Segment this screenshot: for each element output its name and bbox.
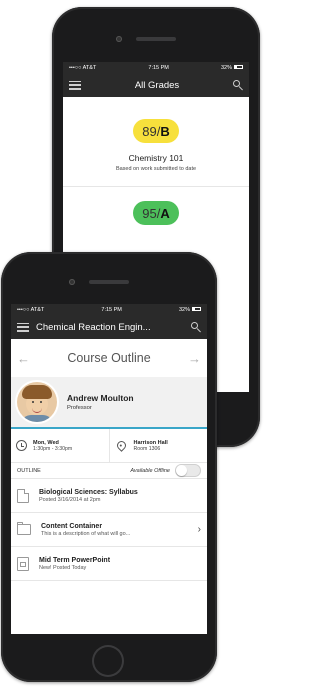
battery-icon [191,307,201,312]
professor-role: Professor [67,405,92,411]
course-subtitle: Based on work submitted to date [115,166,197,172]
search-icon[interactable] [233,80,243,90]
carrier: •••○○ AT&T [69,64,97,71]
status-bar: •••○○ AT&T 7:15 PM 32% [63,62,249,73]
menu-icon[interactable] [17,322,29,332]
battery: 32% [221,65,243,71]
schedule: Mon, Wed 1:30pm - 3:30pm [11,429,109,462]
page-title: Chemical Reaction Engin... [36,321,151,333]
grade-card[interactable]: 89/B Chemistry 101 Based on work submitt… [63,97,249,172]
page-title: All Grades [134,79,180,91]
ppt-icon [17,556,29,571]
chevron-right-icon: › [197,524,201,535]
list-item[interactable]: Content Container This is a description … [11,513,207,547]
status-bar: •••○○ AT&T 7:15 PM 32% [11,304,207,315]
offline-label: Available Offline [130,467,170,474]
home-button[interactable] [92,645,124,677]
item-title: Content Container [41,522,103,530]
grade-badge: 89/B [133,119,179,143]
clock: 7:15 PM [148,64,169,71]
front-phone: •••○○ AT&T 7:15 PM 32% Chemical Reaction… [1,252,217,682]
list-item[interactable]: Biological Sciences: Syllabus Posted 3/1… [11,479,207,513]
battery: 32% [179,307,201,313]
grade-card[interactable]: 95/A [63,187,249,225]
outline-bar: OUTLINE Available Offline [11,463,207,479]
clock: 7:15 PM [101,306,122,313]
item-subtitle: Posted 3/16/2014 at 2pm [39,496,101,503]
building: Harrison Hall [133,439,168,446]
item-title: Mid Term PowerPoint [39,556,111,564]
battery-icon [233,65,243,70]
back-arrow-icon[interactable]: ← [17,351,30,366]
carrier: •••○○ AT&T [17,306,45,313]
offline-toggle[interactable] [175,464,201,477]
outline-label: OUTLINE [17,467,41,474]
avatar [17,382,57,422]
location-pin-icon [114,439,128,452]
course-header: ← Course Outline → [11,339,207,377]
course-name: Chemistry 101 [128,153,184,163]
grade-badge: 95/A [133,201,179,225]
front-camera [116,36,122,42]
folder-icon [17,522,31,535]
nav-bar: All Grades [63,73,249,97]
schedule-time: 1:30pm - 3:30pm [33,445,73,452]
front-camera [69,279,75,285]
list-item[interactable]: Mid Term PowerPoint New! Posted Today [11,547,207,581]
location[interactable]: Harrison Hall Room 1306 [108,429,208,462]
item-subtitle: New! Posted Today [39,564,87,571]
search-icon[interactable] [191,322,201,332]
professor-card[interactable]: Andrew Moulton Professor [11,377,207,429]
section-title: Course Outline [67,351,151,365]
course-screen: •••○○ AT&T 7:15 PM 32% Chemical Reaction… [11,304,207,634]
item-title: Biological Sciences: Syllabus [39,488,138,496]
room: Room 1306 [133,445,161,452]
course-info: Mon, Wed 1:30pm - 3:30pm Harrison Hall R… [11,429,207,463]
clock-icon [16,440,27,451]
nav-bar: Chemical Reaction Engin... [11,315,207,339]
speaker [89,280,129,284]
pdf-icon [17,488,29,503]
item-subtitle: This is a description of what will go... [41,530,131,537]
forward-arrow-icon[interactable]: → [188,351,201,366]
menu-icon[interactable] [69,80,81,90]
speaker [136,37,176,41]
professor-name: Andrew Moulton [67,393,134,403]
